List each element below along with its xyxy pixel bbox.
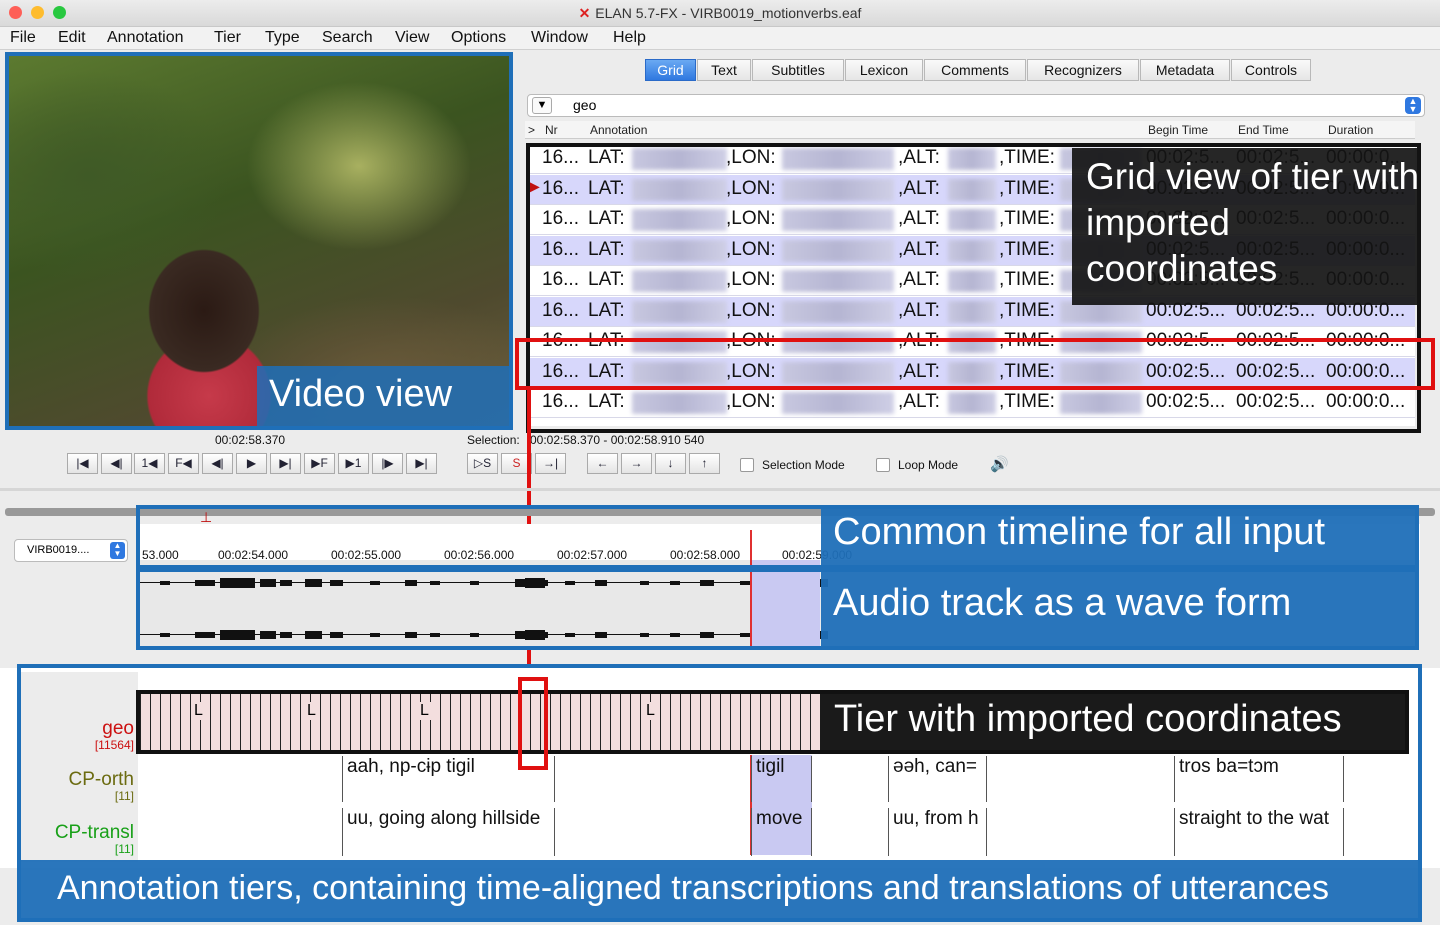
window-title: ✕ ELAN 5.7-FX - VIRB0019_motionverbs.eaf bbox=[0, 5, 1440, 22]
menu-search[interactable]: Search bbox=[322, 29, 373, 47]
menu-help[interactable]: Help bbox=[613, 29, 646, 47]
menu-bar: File Edit Annotation Tier Type Search Vi… bbox=[0, 27, 1440, 50]
selection-value: 00:02:58.370 - 00:02:58.910 540 bbox=[530, 433, 705, 447]
tab-controls[interactable]: Controls bbox=[1231, 59, 1311, 81]
current-time: 00:02:58.370 bbox=[215, 433, 286, 447]
col-arrow: > bbox=[528, 123, 536, 137]
annotation-below-button[interactable]: ↓ bbox=[655, 453, 686, 474]
window-title-text: ELAN 5.7-FX - VIRB0019_motionverbs.eaf bbox=[595, 5, 862, 21]
back-one-second-button[interactable]: 1◀ bbox=[134, 453, 165, 474]
tab-recognizers[interactable]: Recognizers bbox=[1027, 59, 1139, 81]
menu-window[interactable]: Window bbox=[531, 29, 588, 47]
selection-label: Selection: bbox=[467, 433, 520, 447]
menu-file[interactable]: File bbox=[10, 29, 36, 47]
forward-pixel-button[interactable]: ▶| bbox=[270, 453, 301, 474]
menu-options[interactable]: Options bbox=[451, 29, 506, 47]
col-begin-time[interactable]: Begin Time bbox=[1148, 123, 1208, 137]
tab-text[interactable]: Text bbox=[697, 59, 751, 81]
menu-type[interactable]: Type bbox=[265, 29, 300, 47]
video-view[interactable]: Video view bbox=[5, 52, 513, 430]
play-selection-button[interactable]: ▷S bbox=[467, 453, 498, 474]
grid-tier-select[interactable]: ▼ geo ▲ ▼ bbox=[527, 94, 1425, 117]
menu-edit[interactable]: Edit bbox=[58, 29, 86, 47]
chevron-updown-icon: ▲ ▼ bbox=[110, 542, 125, 559]
play-button[interactable]: ▶ bbox=[236, 453, 267, 474]
next-frame-button[interactable]: |▶ bbox=[372, 453, 403, 474]
tab-grid[interactable]: Grid bbox=[645, 59, 696, 81]
selected-row-frame bbox=[515, 338, 1435, 390]
go-to-begin-button[interactable]: |◀ bbox=[67, 453, 98, 474]
next-annotation-button[interactable]: → bbox=[621, 453, 652, 474]
grid-column-header: > Nr Annotation Begin Time End Time Dura… bbox=[525, 121, 1415, 139]
toggle-selection-boundary-button[interactable]: →| bbox=[535, 453, 566, 474]
selection-mode-checkbox[interactable] bbox=[740, 458, 754, 472]
menu-view[interactable]: View bbox=[395, 29, 429, 47]
tab-subtitles[interactable]: Subtitles bbox=[752, 59, 844, 81]
selection-mode-label: Selection Mode bbox=[762, 458, 845, 472]
previous-annotation-button[interactable]: ← bbox=[587, 453, 618, 474]
annotation-tiers-overlay-label: Annotation tiers, containing time-aligne… bbox=[17, 860, 1422, 922]
col-end-time[interactable]: End Time bbox=[1238, 123, 1289, 137]
go-to-end-button[interactable]: ▶| bbox=[406, 453, 437, 474]
annotation-above-button[interactable]: ↑ bbox=[689, 453, 720, 474]
panel-divider[interactable] bbox=[0, 488, 1440, 491]
col-annotation[interactable]: Annotation bbox=[590, 123, 647, 137]
chevron-updown-icon[interactable]: ▲ ▼ bbox=[1405, 97, 1421, 114]
volume-icon[interactable]: 🔊 bbox=[990, 455, 1009, 473]
loop-mode-label: Loop Mode bbox=[898, 458, 959, 472]
tab-lexicon[interactable]: Lexicon bbox=[845, 59, 923, 81]
menu-tier[interactable]: Tier bbox=[214, 29, 241, 47]
audio-overlay-label: Audio track as a wave form bbox=[821, 572, 1415, 646]
video-view-label: Video view bbox=[257, 366, 509, 426]
elan-window: ✕ ELAN 5.7-FX - VIRB0019_motionverbs.eaf … bbox=[0, 0, 1440, 925]
media-select[interactable]: VIRB0019.... ▲ ▼ bbox=[14, 539, 128, 562]
loop-mode-checkbox[interactable] bbox=[876, 458, 890, 472]
timeline-overlay-label: Common timeline for all input bbox=[821, 509, 1415, 565]
elan-logo-icon: ✕ bbox=[578, 5, 591, 21]
forward-one-second-button[interactable]: ▶1 bbox=[338, 453, 369, 474]
grid-overlay-label: Grid view of tier with imported coordina… bbox=[1072, 148, 1420, 305]
col-duration[interactable]: Duration bbox=[1328, 123, 1373, 137]
forward-frame-button[interactable]: ▶F bbox=[304, 453, 335, 474]
tab-comments[interactable]: Comments bbox=[924, 59, 1026, 81]
title-bar: ✕ ELAN 5.7-FX - VIRB0019_motionverbs.eaf bbox=[0, 0, 1440, 27]
back-frame-button[interactable]: F◀ bbox=[168, 453, 199, 474]
menu-annotation[interactable]: Annotation bbox=[107, 29, 184, 47]
previous-frame-button[interactable]: ◀| bbox=[101, 453, 132, 474]
tab-metadata[interactable]: Metadata bbox=[1140, 59, 1230, 81]
grid-tier-name: geo bbox=[573, 97, 597, 113]
col-nr[interactable]: Nr bbox=[545, 123, 558, 137]
media-select-value: VIRB0019.... bbox=[27, 544, 90, 556]
back-pixel-button[interactable]: ◀| bbox=[202, 453, 233, 474]
filter-dropdown-icon[interactable]: ▼ bbox=[532, 97, 552, 114]
